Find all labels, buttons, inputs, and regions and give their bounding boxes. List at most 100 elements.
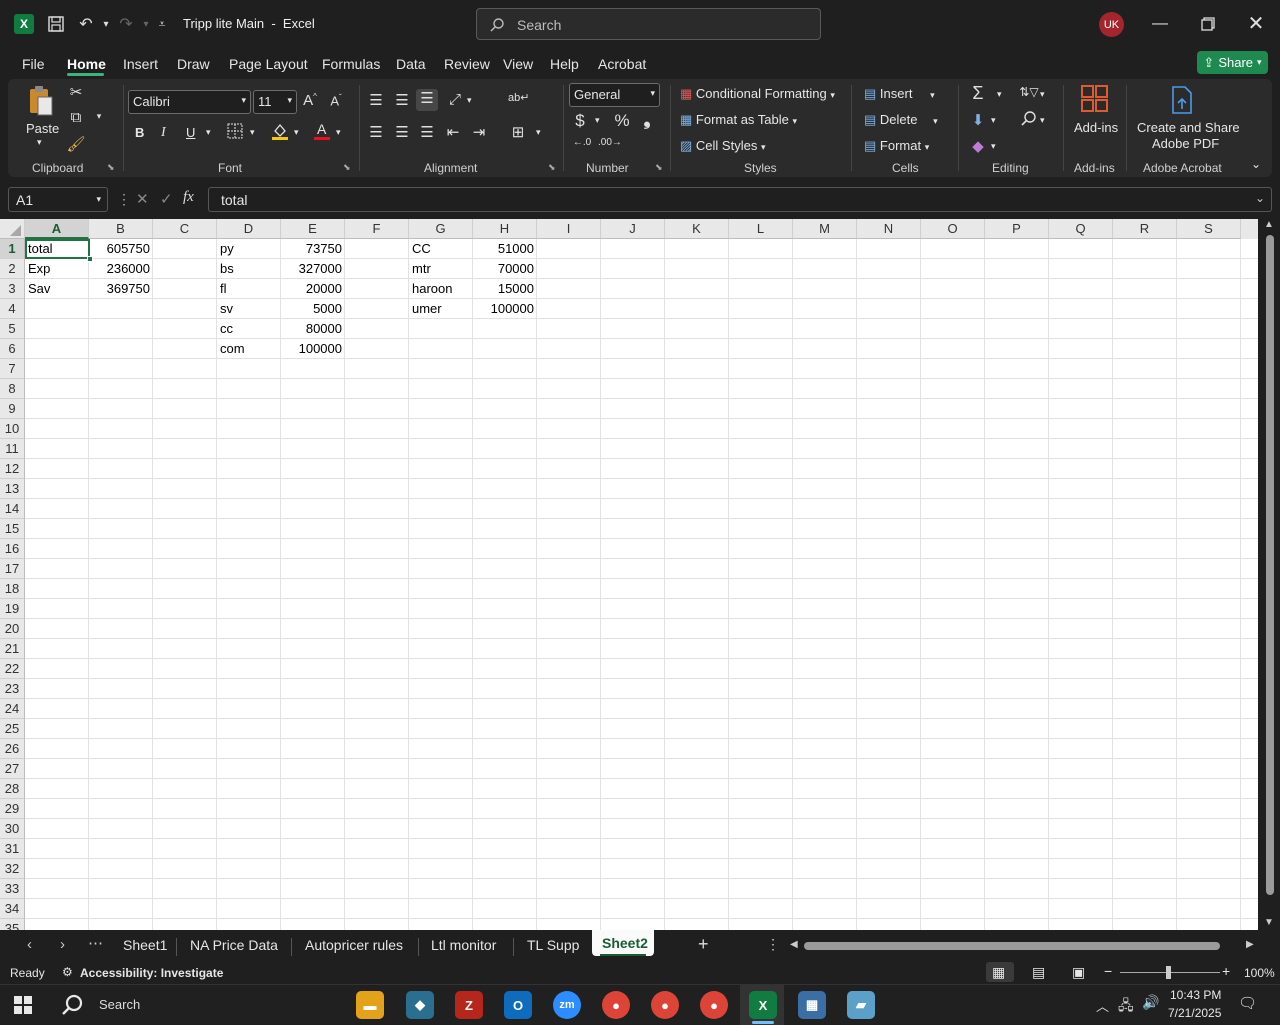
close-icon[interactable]: ✕ [1244, 12, 1268, 36]
row-header-24[interactable]: 24 [0, 699, 25, 719]
windows-start-icon[interactable] [14, 996, 32, 1017]
row-header-32[interactable]: 32 [0, 859, 25, 879]
tab-file[interactable]: File [22, 56, 45, 72]
page-layout-view-icon[interactable]: ▤ [1032, 964, 1045, 981]
row-header-29[interactable]: 29 [0, 799, 25, 819]
outlook-icon[interactable]: O [504, 991, 532, 1019]
currency-icon[interactable]: $ [572, 111, 588, 131]
bold-button[interactable]: B [135, 125, 144, 140]
vertical-scroll-thumb[interactable] [1266, 235, 1274, 895]
row-header-28[interactable]: 28 [0, 779, 25, 799]
restore-icon[interactable] [1196, 12, 1220, 36]
font-name-select[interactable]: Calibri ▾ [128, 90, 251, 114]
customize-toolbar-icon[interactable]: ⩡ [148, 10, 176, 38]
row-header-16[interactable]: 16 [0, 539, 25, 559]
paste-button[interactable]: Paste [26, 121, 59, 136]
row-header-10[interactable]: 10 [0, 419, 25, 439]
add-sheet-icon[interactable]: + [698, 934, 709, 955]
insert-function-icon[interactable]: fx [183, 189, 194, 206]
fill-color-dropdown-icon[interactable]: ▾ [294, 127, 299, 138]
column-header-c[interactable]: C [153, 219, 217, 239]
column-header-d[interactable]: D [217, 219, 281, 239]
tab-data[interactable]: Data [396, 56, 426, 72]
align-left-icon[interactable]: ☰ [368, 123, 384, 141]
row-header-22[interactable]: 22 [0, 659, 25, 679]
cell-h1[interactable]: 51000 [473, 239, 537, 259]
scroll-up-icon[interactable]: ▲ [1264, 219, 1274, 230]
column-header-j[interactable]: J [601, 219, 665, 239]
row-header-20[interactable]: 20 [0, 619, 25, 639]
sheet-tab-sheet1[interactable]: Sheet1 [123, 937, 167, 953]
calculator-icon[interactable]: ▦ [798, 991, 826, 1019]
cell-e2[interactable]: 327000 [281, 259, 345, 279]
tab-view[interactable]: View [503, 56, 533, 72]
column-header-g[interactable]: G [409, 219, 473, 239]
cell-g3[interactable]: haroon [409, 279, 473, 299]
borders-icon[interactable] [226, 123, 244, 143]
row-header-13[interactable]: 13 [0, 479, 25, 499]
borders-dropdown-icon[interactable]: ▾ [250, 127, 255, 138]
taskbar-search-input[interactable]: Search [99, 997, 140, 1012]
cell-d1[interactable]: py [217, 239, 281, 259]
font-launcher-icon[interactable]: ⬊ [343, 162, 351, 173]
create-share-pdf-line2[interactable]: Adobe PDF [1152, 136, 1219, 151]
bottom-align-icon[interactable]: ☰ [416, 89, 438, 111]
middle-align-icon[interactable]: ☰ [394, 91, 410, 109]
excel-taskbar-icon[interactable]: X [749, 991, 777, 1019]
tab-page-layout[interactable]: Page Layout [229, 56, 308, 72]
format-cells-button[interactable]: ▤ Format ▾ [864, 138, 929, 154]
tab-insert[interactable]: Insert [123, 56, 158, 72]
row-header-30[interactable]: 30 [0, 819, 25, 839]
cell-h3[interactable]: 15000 [473, 279, 537, 299]
cell-b1[interactable]: 605750 [89, 239, 153, 259]
cell-e6[interactable]: 100000 [281, 339, 345, 359]
add-ins-button[interactable]: Add-ins [1074, 120, 1118, 135]
search-input[interactable]: Search [476, 8, 821, 40]
row-header-35[interactable]: 35 [0, 919, 25, 930]
column-header-p[interactable]: P [985, 219, 1049, 239]
app-icon[interactable]: ▰ [847, 991, 875, 1019]
autosum-icon[interactable]: Σ [969, 83, 987, 104]
alignment-launcher-icon[interactable]: ⬊ [548, 162, 556, 173]
row-header-19[interactable]: 19 [0, 599, 25, 619]
cell-d3[interactable]: fl [217, 279, 281, 299]
collapse-ribbon-icon[interactable]: ⌄ [1251, 157, 1261, 171]
cell-g2[interactable]: mtr [409, 259, 473, 279]
row-header-1[interactable]: 1 [0, 239, 25, 259]
copy-dropdown-icon[interactable]: ▾ [92, 111, 106, 122]
format-as-table-button[interactable]: ▦ Format as Table ▾ [680, 112, 797, 128]
cell-h4[interactable]: 100000 [473, 299, 537, 319]
decrease-decimal-icon[interactable]: .00→ [598, 137, 622, 148]
row-header-4[interactable]: 4 [0, 299, 25, 319]
sort-filter-icon[interactable]: ⇅▽ [1018, 85, 1040, 99]
scroll-left-icon[interactable]: ◀ [790, 939, 798, 950]
merge-center-icon[interactable]: ⊞ [508, 123, 528, 141]
merge-dropdown-icon[interactable]: ▾ [536, 127, 541, 138]
number-format-select[interactable]: General ▾ [569, 83, 660, 107]
percent-icon[interactable]: % [612, 111, 632, 131]
row-header-26[interactable]: 26 [0, 739, 25, 759]
column-header-m[interactable]: M [793, 219, 857, 239]
tab-formulas[interactable]: Formulas [322, 56, 380, 72]
select-all-corner[interactable] [0, 219, 25, 239]
column-header-i[interactable]: I [537, 219, 601, 239]
column-header-h[interactable]: H [473, 219, 537, 239]
cell-e1[interactable]: 73750 [281, 239, 345, 259]
cut-icon[interactable]: ✂ [66, 83, 86, 101]
column-header-e[interactable]: E [281, 219, 345, 239]
column-header-o[interactable]: O [921, 219, 985, 239]
cell-d5[interactable]: cc [217, 319, 281, 339]
zoom-out-icon[interactable]: − [1104, 963, 1112, 979]
column-header-b[interactable]: B [89, 219, 153, 239]
row-header-33[interactable]: 33 [0, 879, 25, 899]
name-box[interactable]: A1 ▾ [8, 187, 108, 212]
cell-e3[interactable]: 20000 [281, 279, 345, 299]
chrome-icon[interactable]: ● [602, 991, 630, 1019]
cell-h2[interactable]: 70000 [473, 259, 537, 279]
top-align-icon[interactable]: ☰ [368, 91, 384, 109]
increase-decimal-icon[interactable]: ←.0 [572, 137, 592, 148]
tab-home[interactable]: Home [67, 56, 106, 72]
row-header-2[interactable]: 2 [0, 259, 25, 279]
cell-a3[interactable]: Sav [25, 279, 89, 299]
accessibility-status[interactable]: Accessibility: Investigate [80, 966, 223, 980]
